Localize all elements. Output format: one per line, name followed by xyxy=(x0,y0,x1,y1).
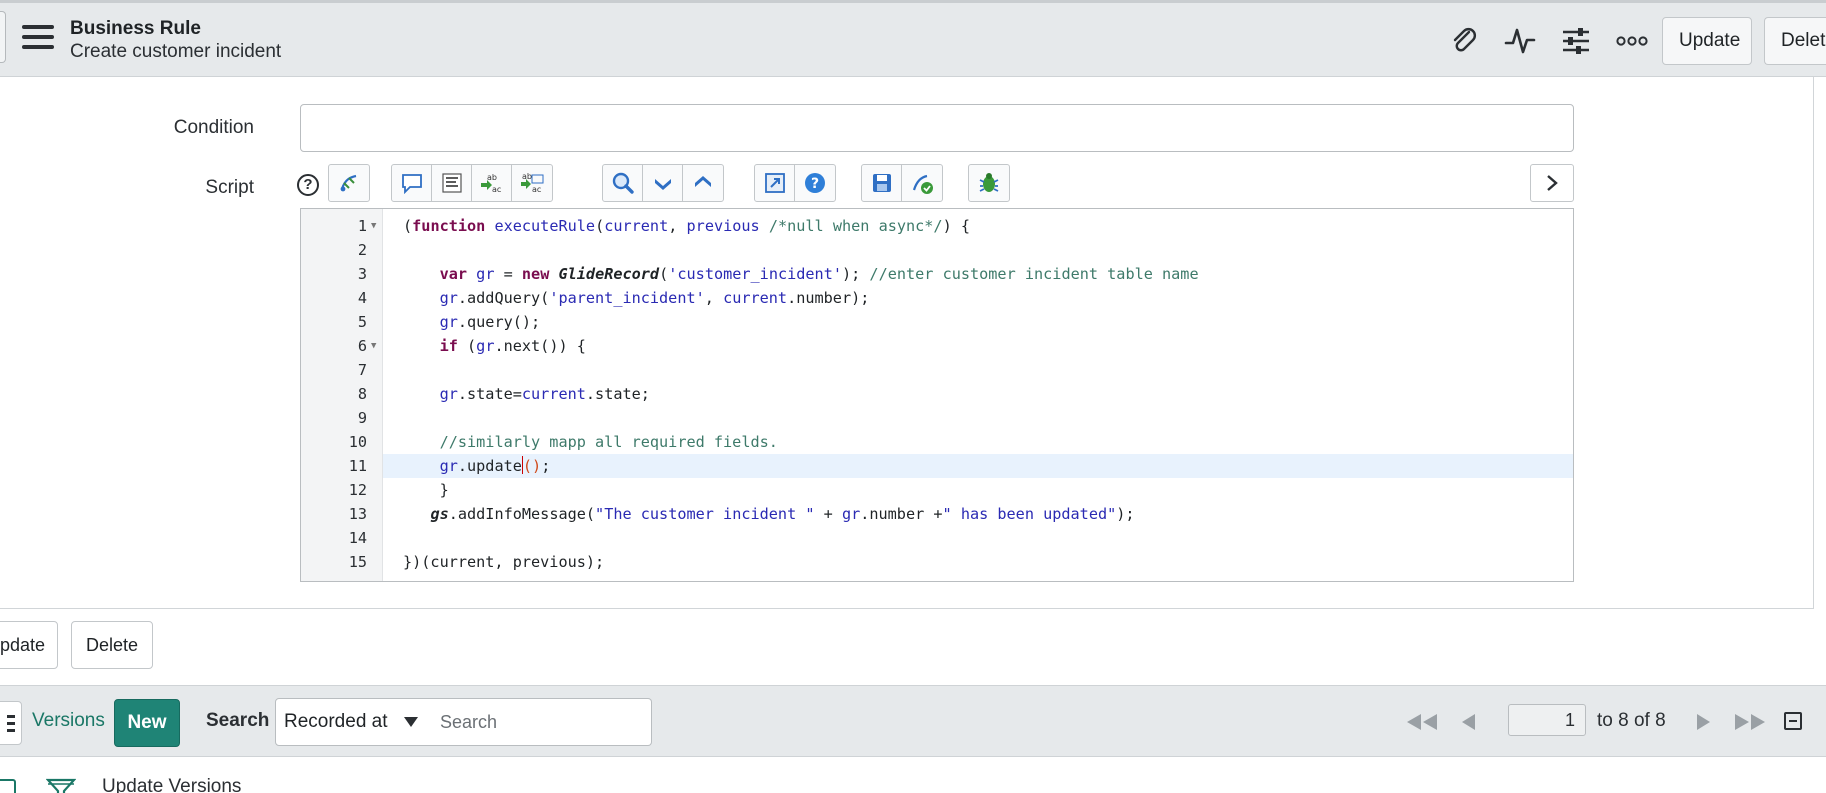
page-number-input[interactable]: 1 xyxy=(1508,704,1586,736)
line-number: 1 xyxy=(357,217,367,235)
code-line-active[interactable]: 11 gr.update(); xyxy=(301,454,1573,478)
expand-chevron-icon[interactable] xyxy=(1530,164,1574,202)
toolbar-group-format: ab ac ab ac xyxy=(391,164,553,202)
line-number: 7 xyxy=(357,361,367,379)
previous-icon[interactable] xyxy=(683,165,723,201)
format-icon[interactable] xyxy=(432,165,472,201)
list-breadcrumb[interactable]: Update Versions xyxy=(102,776,241,793)
list-subheader-row: Update Versions xyxy=(0,757,1826,793)
previous-page-icon[interactable] xyxy=(1460,710,1478,734)
code-line[interactable]: 9 xyxy=(301,406,1573,430)
toolbar-group-save xyxy=(861,164,943,202)
search-field-select[interactable]: Recorded at xyxy=(275,698,429,746)
code-line[interactable]: 15})(current, previous); xyxy=(301,550,1573,574)
comment-icon[interactable] xyxy=(392,165,432,201)
activity-icon[interactable] xyxy=(1502,23,1538,59)
line-number: 5 xyxy=(357,313,367,331)
new-button[interactable]: New xyxy=(114,699,180,747)
title-block: Business Rule Create customer incident xyxy=(70,17,281,63)
script-check-icon[interactable] xyxy=(902,165,942,201)
help-icon[interactable]: ? xyxy=(795,165,835,201)
svg-text:ac: ac xyxy=(532,185,541,194)
fullscreen-icon[interactable] xyxy=(755,165,795,201)
caret-down-icon xyxy=(404,717,418,727)
condition-label: Condition xyxy=(173,117,254,138)
toolbar-group-search xyxy=(602,164,724,202)
code-line[interactable]: 5 gr.query(); xyxy=(301,310,1573,334)
paperclip-icon[interactable] xyxy=(1446,23,1482,59)
script-label: Script xyxy=(205,177,254,198)
header-left-edge[interactable] xyxy=(0,11,6,63)
form-subtitle: Create customer incident xyxy=(70,41,282,62)
form-title: Business Rule xyxy=(70,18,201,39)
code-line[interactable]: 10 //similarly mapp all required fields. xyxy=(301,430,1573,454)
code-line[interactable]: 3 var gr = new GlideRecord('customer_inc… xyxy=(301,262,1573,286)
next-icon[interactable] xyxy=(643,165,683,201)
script-help-icon[interactable]: ? xyxy=(297,174,319,196)
header-update-button[interactable]: Update xyxy=(1662,17,1752,65)
line-number: 14 xyxy=(348,529,367,547)
toolbar-group-syntax xyxy=(328,164,370,202)
form-menu-icon[interactable] xyxy=(22,25,54,51)
list-edit-icon[interactable] xyxy=(0,779,16,793)
collapse-list-icon[interactable] xyxy=(1784,712,1802,730)
fold-marker-icon[interactable]: ▼ xyxy=(371,214,376,238)
replace-icon[interactable]: ab ac xyxy=(472,165,512,201)
save-icon[interactable] xyxy=(862,165,902,201)
debug-icon[interactable] xyxy=(969,165,1009,201)
code-line[interactable]: 13 gs.addInfoMessage("The customer incid… xyxy=(301,502,1573,526)
replace-all-icon[interactable]: ab ac xyxy=(512,165,552,201)
script-editor[interactable]: 1 ▼ (function executeRule(current, previou… xyxy=(300,208,1574,582)
code-line[interactable]: 4 gr.addQuery('parent_incident', current… xyxy=(301,286,1573,310)
sliders-icon[interactable] xyxy=(1558,23,1594,59)
svg-text:ac: ac xyxy=(492,185,501,194)
line-number: 10 xyxy=(348,433,367,451)
header-delete-button[interactable]: Delete xyxy=(1764,17,1826,65)
toolbar-group-debug xyxy=(968,164,1010,202)
svg-text:ab: ab xyxy=(487,173,497,182)
first-page-icon[interactable] xyxy=(1404,710,1440,734)
condition-input[interactable] xyxy=(300,104,1574,152)
line-number: 11 xyxy=(348,457,367,475)
code-line[interactable]: 2 xyxy=(301,238,1573,262)
related-list-header: Versions New Search Recorded at 1 to 8 o… xyxy=(0,685,1826,757)
last-page-icon[interactable] xyxy=(1732,710,1768,734)
line-number: 13 xyxy=(348,505,367,523)
next-page-icon[interactable] xyxy=(1694,710,1712,734)
svg-text:ab: ab xyxy=(522,172,532,181)
page-range-text: to 8 of 8 xyxy=(1597,710,1666,731)
filter-icon[interactable] xyxy=(46,777,76,793)
footer-delete-button[interactable]: Delete xyxy=(71,621,153,669)
line-number: 6 xyxy=(357,337,367,355)
line-number: 12 xyxy=(348,481,367,499)
line-number: 3 xyxy=(357,265,367,283)
toolbar-group-help: ? xyxy=(754,164,836,202)
code-line[interactable]: 1 ▼ (function executeRule(current, previou… xyxy=(301,214,1573,238)
form-body: Condition Script ? ab ac ab ac ? 1 ▼ (fu… xyxy=(0,77,1814,609)
line-number: 9 xyxy=(357,409,367,427)
tab-versions[interactable]: Versions xyxy=(32,710,105,732)
toggle-syntax-icon[interactable] xyxy=(329,165,369,201)
form-header: Business Rule Create customer incident U… xyxy=(0,0,1826,77)
search-label: Search xyxy=(206,710,270,731)
search-field-selected: Recorded at xyxy=(284,711,388,732)
more-icon[interactable] xyxy=(1614,23,1650,59)
code-line[interactable]: 12 } xyxy=(301,478,1573,502)
search-icon[interactable] xyxy=(603,165,643,201)
list-search-input[interactable] xyxy=(428,698,652,746)
code-line[interactable]: 8 gr.state=current.state; xyxy=(301,382,1573,406)
svg-text:?: ? xyxy=(811,176,819,192)
line-number: 2 xyxy=(357,241,367,259)
line-number: 15 xyxy=(348,553,367,571)
fold-marker-icon[interactable]: ▼ xyxy=(371,334,376,358)
code-line[interactable]: 14 xyxy=(301,526,1573,550)
line-number: 8 xyxy=(357,385,367,403)
line-number: 4 xyxy=(357,289,367,307)
list-menu-icon[interactable] xyxy=(0,701,22,745)
footer-update-button[interactable]: Update xyxy=(0,621,58,669)
code-line[interactable]: 7 xyxy=(301,358,1573,382)
code-line[interactable]: 6 ▼ if (gr.next()) { xyxy=(301,334,1573,358)
